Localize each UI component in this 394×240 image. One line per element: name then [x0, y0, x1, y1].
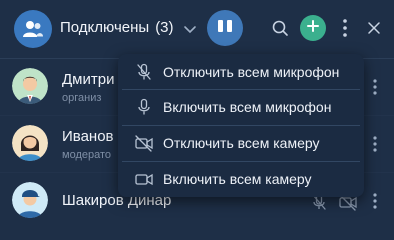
- search-button[interactable]: [270, 18, 290, 38]
- menu-item-label: Отключить всем микрофон: [163, 64, 340, 80]
- participants-count: (3): [155, 19, 174, 36]
- layout-split-icon: [216, 18, 234, 39]
- participant-name: Дмитри: [62, 71, 115, 88]
- participants-title[interactable]: Подключены (3): [60, 19, 174, 36]
- camera-off-icon: [134, 133, 154, 153]
- participant-role: организ: [62, 92, 102, 104]
- avatar-man-suit: [12, 68, 48, 104]
- avatar-woman: [12, 125, 48, 161]
- participants-title-label: Подключены: [60, 19, 150, 36]
- mic-icon: [134, 97, 154, 117]
- chevron-down-icon[interactable]: [182, 21, 198, 37]
- more-vertical-icon: [338, 19, 352, 44]
- mic-off-icon: [134, 62, 154, 82]
- participants-panel: Подключены (3) Дмитри организ Иванов мод…: [0, 0, 394, 227]
- avatar-man-cap: [12, 182, 48, 218]
- more-vertical-icon[interactable]: [370, 191, 380, 211]
- layout-toggle-button[interactable]: [207, 10, 243, 46]
- menu-item-label: Отключить всем камеру: [163, 135, 320, 151]
- panel-header: Подключены (3): [0, 0, 394, 58]
- menu-item-label: Включить всем микрофон: [163, 99, 332, 115]
- menu-item-disable-all-cameras[interactable]: Отключить всем камеру: [118, 125, 364, 161]
- add-participant-button[interactable]: [300, 15, 326, 41]
- menu-item-mute-all-mics[interactable]: Отключить всем микрофон: [118, 54, 364, 90]
- more-vertical-icon[interactable]: [370, 134, 380, 154]
- menu-item-enable-all-cameras[interactable]: Включить всем камеру: [118, 161, 364, 197]
- menu-item-label: Включить всем камеру: [163, 171, 312, 187]
- close-icon: [366, 22, 382, 40]
- search-icon: [270, 20, 290, 42]
- camera-icon: [134, 169, 154, 189]
- more-options-button[interactable]: [338, 16, 352, 40]
- participant-role: модерато: [62, 149, 112, 161]
- more-vertical-icon[interactable]: [370, 77, 380, 97]
- participant-name: Иванов: [62, 128, 114, 145]
- participants-actions-menu: Отключить всем микрофон Включить всем ми…: [118, 54, 364, 197]
- plus-icon: [306, 19, 320, 38]
- group-icon: [14, 10, 52, 48]
- close-button[interactable]: [366, 20, 382, 36]
- menu-item-unmute-all-mics[interactable]: Включить всем микрофон: [118, 89, 364, 125]
